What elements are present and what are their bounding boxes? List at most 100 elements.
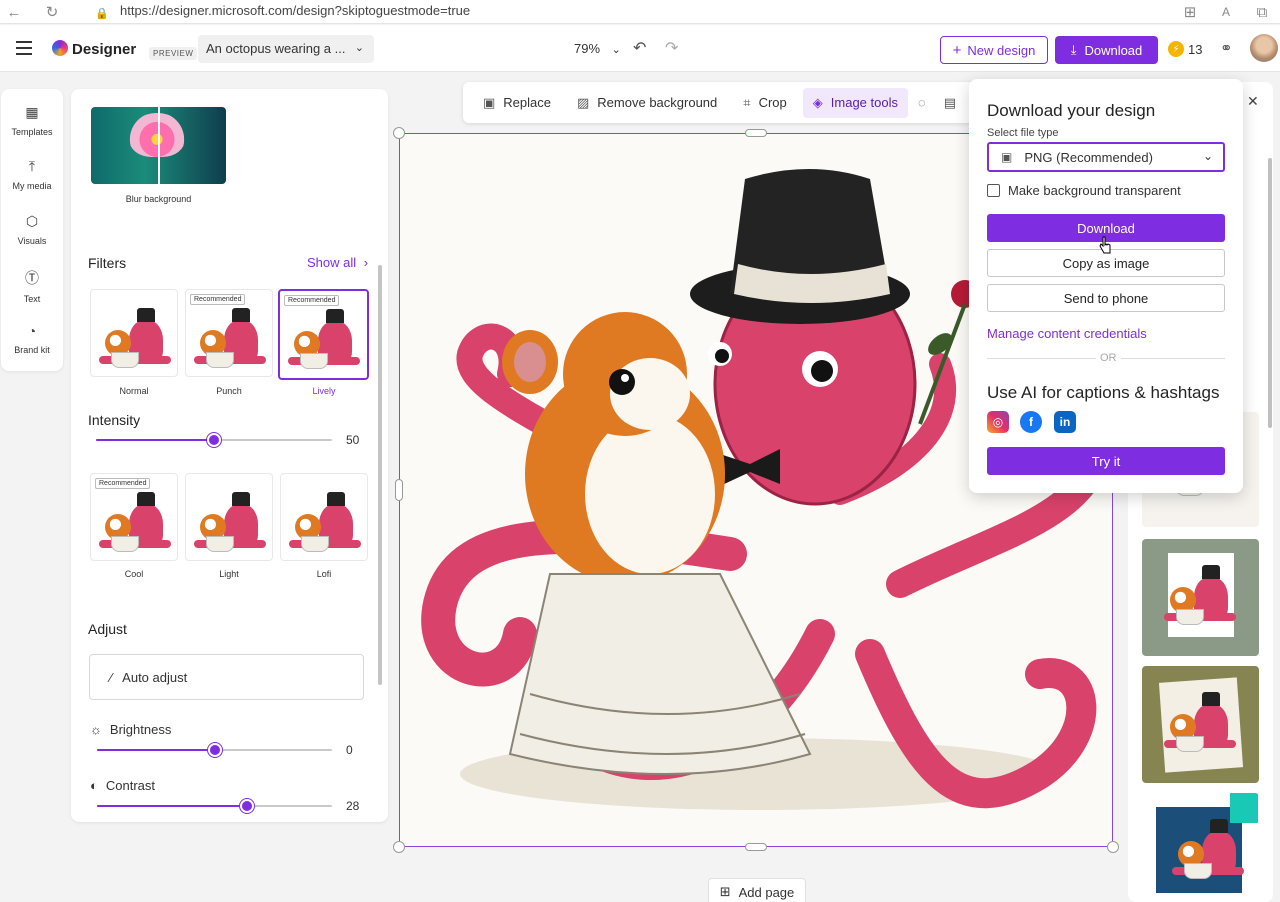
transparent-checkbox[interactable] xyxy=(987,184,1000,197)
back-icon[interactable]: ← xyxy=(4,2,24,22)
replace-label: Replace xyxy=(503,95,551,110)
rail-text[interactable]: Ⓣ Text xyxy=(1,268,63,304)
filter-preview-image xyxy=(288,305,360,373)
app-available-icon[interactable]: ⊞ xyxy=(1180,2,1200,22)
remove-background-button[interactable]: ▨ Remove background xyxy=(567,88,727,118)
address-bar[interactable]: https://designer.microsoft.com/design?sk… xyxy=(120,3,470,18)
transparent-background-option[interactable]: Make background transparent xyxy=(987,183,1181,198)
image-icon: ▣ xyxy=(483,94,496,110)
add-page-button[interactable]: ⊞ Add page xyxy=(708,878,806,902)
image-tools-button[interactable]: ◈ Image tools xyxy=(802,87,908,118)
rail-label: Visuals xyxy=(17,236,47,246)
browser-bar: ← ↻ 🔒 https://designer.microsoft.com/des… xyxy=(0,0,1280,24)
send-to-phone-button[interactable]: Send to phone xyxy=(987,284,1225,312)
design-suggestion[interactable] xyxy=(1142,666,1259,783)
menu-icon[interactable] xyxy=(16,41,32,55)
download-label: Download xyxy=(1084,42,1143,58)
resize-handle-bottom-left[interactable] xyxy=(393,841,405,853)
file-type-select[interactable]: ▣ PNG (Recommended) ⌄ xyxy=(987,142,1225,172)
preview-badge: PREVIEW xyxy=(149,47,198,60)
linkedin-icon[interactable]: in xyxy=(1054,411,1076,433)
resize-handle-top-left[interactable] xyxy=(393,127,405,139)
popover-download-label: Download xyxy=(1077,220,1135,236)
design-suggestion[interactable] xyxy=(1142,793,1259,893)
share-icon[interactable]: ⚭ xyxy=(1220,39,1233,57)
show-all-label: Show all xyxy=(307,255,357,270)
templates-icon: ▦ xyxy=(25,104,39,120)
try-it-label: Try it xyxy=(1091,453,1121,469)
resize-handle-left[interactable] xyxy=(395,479,403,501)
panel-scrollbar[interactable] xyxy=(378,265,382,685)
image-context-toolbar: ▣ Replace ▨ Remove background ⌗ Crop ◈ I… xyxy=(463,82,983,123)
credits-indicator[interactable]: ⚡ 13 xyxy=(1168,41,1202,57)
image-tools-panel: Blur background Filters Show all › Norma… xyxy=(71,89,388,822)
contrast-row: ◐ Contrast xyxy=(90,778,155,793)
filter-cool[interactable]: Recommended xyxy=(90,473,178,561)
popover-title: Download your design xyxy=(987,101,1156,120)
new-design-label: New design xyxy=(967,42,1036,58)
resize-handle-bottom[interactable] xyxy=(745,843,767,851)
resize-handle-bottom-right[interactable] xyxy=(1107,841,1119,853)
manage-content-credentials-link[interactable]: Manage content credentials xyxy=(987,326,1147,341)
auto-adjust-button[interactable]: ⁄ Auto adjust xyxy=(89,654,364,700)
magic-wand-icon: ⁄ xyxy=(110,669,113,685)
extensions-icon[interactable]: ⧉ xyxy=(1252,2,1272,22)
suggestions-scrollbar[interactable] xyxy=(1268,158,1272,428)
crop-icon: ⌗ xyxy=(743,94,751,110)
redo-icon[interactable]: ↷ xyxy=(665,38,678,58)
crop-button[interactable]: ⌗ Crop xyxy=(733,88,797,118)
send-to-phone-label: Send to phone xyxy=(1063,290,1149,306)
filter-normal[interactable] xyxy=(90,289,178,377)
filter-punch[interactable]: Recommended xyxy=(185,289,273,377)
image-file-icon: ▣ xyxy=(1001,150,1013,164)
instagram-icon[interactable]: ◎ xyxy=(987,411,1009,433)
lock-icon[interactable]: 🔒 xyxy=(92,3,112,23)
lasso-icon[interactable]: ◌ xyxy=(918,95,926,110)
contrast-label: Contrast xyxy=(105,778,155,793)
rail-label: Brand kit xyxy=(14,345,50,355)
hand-cursor-icon xyxy=(1099,236,1111,254)
brightness-slider-fill xyxy=(97,749,215,751)
zoom-dropdown[interactable]: 79% ⌄ xyxy=(574,41,621,56)
rail-visuals[interactable]: ⬡ Visuals xyxy=(1,213,63,246)
brightness-slider-thumb[interactable] xyxy=(208,743,222,757)
filter-lofi[interactable] xyxy=(280,473,368,561)
new-design-button[interactable]: + New design xyxy=(940,36,1048,64)
filters-title: Filters xyxy=(88,255,127,271)
chevron-down-icon: ⌄ xyxy=(354,42,364,54)
credits-count: 13 xyxy=(1188,41,1203,57)
add-page-label: Add page xyxy=(738,884,795,900)
filter-lively[interactable]: Recommended xyxy=(278,289,369,380)
download-button[interactable]: ⤓ Download xyxy=(1055,36,1158,64)
replace-button[interactable]: ▣ Replace xyxy=(473,88,561,118)
avatar[interactable] xyxy=(1250,34,1278,62)
facebook-icon[interactable]: f xyxy=(1020,411,1042,433)
resize-handle-top[interactable] xyxy=(745,129,767,137)
rail-brand-kit[interactable]: ◔ Brand kit xyxy=(1,323,63,355)
design-title: An octopus wearing a ... xyxy=(206,41,346,56)
design-suggestion[interactable] xyxy=(1142,539,1259,656)
text-icon: Ⓣ xyxy=(25,270,39,286)
intensity-slider-thumb[interactable] xyxy=(207,433,221,447)
remove-background-icon: ▨ xyxy=(577,94,590,110)
close-icon[interactable]: ✕ xyxy=(1247,93,1259,110)
contrast-slider-thumb[interactable] xyxy=(240,799,254,813)
download-popover: Download your design Select file type ▣ … xyxy=(969,79,1243,493)
design-title-dropdown[interactable]: An octopus wearing a ... ⌄ xyxy=(198,35,374,63)
undo-icon[interactable]: ↶ xyxy=(633,38,646,58)
read-aloud-icon[interactable]: A xyxy=(1216,2,1236,22)
rail-templates[interactable]: ▦ Templates xyxy=(1,104,63,137)
blur-background-label: Blur background xyxy=(125,194,192,204)
left-rail: ▦ Templates ⤒ My media ⬡ Visuals Ⓣ Text … xyxy=(1,89,63,371)
filter-preview-image xyxy=(289,488,361,556)
auto-adjust-label: Auto adjust xyxy=(122,669,188,685)
show-all-link[interactable]: Show all › xyxy=(307,255,368,270)
file-type-value: PNG (Recommended) xyxy=(1024,149,1153,165)
rail-my-media[interactable]: ⤒ My media xyxy=(1,158,63,191)
filter-light[interactable] xyxy=(185,473,273,561)
more-tools-icon[interactable]: ▤ xyxy=(944,95,956,111)
blur-background-thumbnail[interactable] xyxy=(91,107,226,184)
recommended-tag: Recommended xyxy=(95,478,151,489)
refresh-icon[interactable]: ↻ xyxy=(42,2,62,22)
try-it-button[interactable]: Try it xyxy=(987,447,1225,475)
